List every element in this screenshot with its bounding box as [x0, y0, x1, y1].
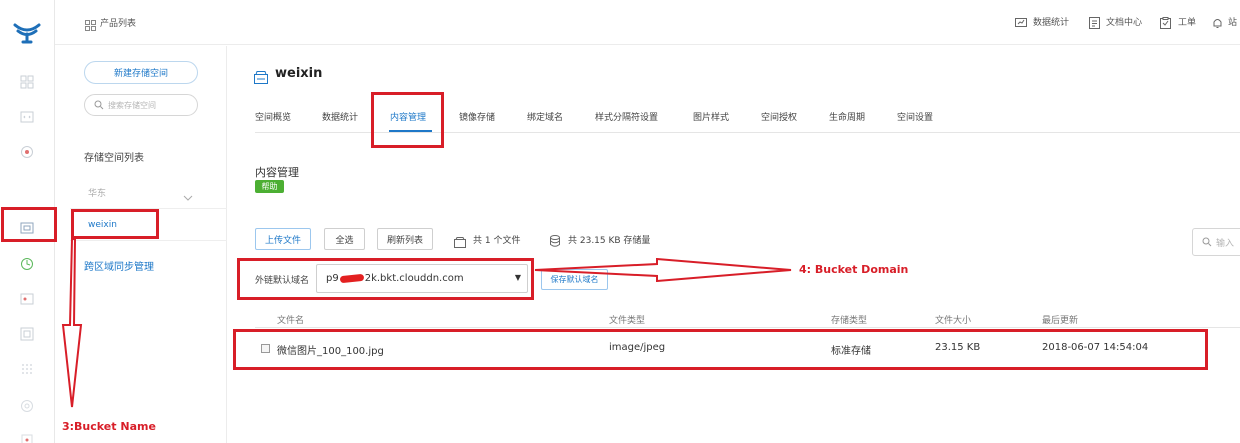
- search-icon: [94, 100, 104, 110]
- annotation-bucket-name: 3:Bucket Name: [62, 420, 156, 433]
- file-type-cell: image/jpeg: [609, 342, 666, 353]
- bucket-title: weixin: [275, 66, 323, 81]
- region-label[interactable]: 华东: [88, 186, 106, 199]
- sidebar-divider: [70, 208, 227, 209]
- chevron-down-icon[interactable]: [183, 187, 193, 206]
- updated-cell: 2018-06-07 14:54:04: [1042, 342, 1149, 353]
- file-count: 共 1 个文件: [473, 236, 521, 246]
- settings-icon[interactable]: [17, 396, 37, 416]
- redaction-scribble: [339, 273, 365, 284]
- storage-type-cell: 标准存储: [831, 346, 871, 357]
- domain-value-suffix: 2k.bkt.clouddn.com: [364, 273, 464, 284]
- misc-icon[interactable]: [17, 430, 37, 443]
- row-checkbox[interactable]: [261, 344, 270, 353]
- bucket-item-weixin[interactable]: weixin: [88, 220, 117, 230]
- left-rail: [0, 0, 55, 443]
- domain-value-prefix: p9: [326, 273, 339, 284]
- bell-icon[interactable]: [1212, 14, 1223, 33]
- cross-region-sync-link[interactable]: 跨区域同步管理: [84, 258, 154, 273]
- site-msg-link[interactable]: 站: [1228, 15, 1237, 28]
- tab-bind-domain[interactable]: 绑定域名: [527, 110, 563, 123]
- search-icon-2: [1202, 237, 1212, 247]
- sidebar-divider-2: [70, 240, 227, 241]
- document-icon: [1089, 14, 1100, 33]
- tab-statistics[interactable]: 数据统计: [322, 110, 358, 123]
- folder-icon: [454, 233, 466, 252]
- help-badge[interactable]: 帮助: [255, 180, 284, 193]
- col-storagetype: 存储类型: [831, 316, 868, 326]
- col-filename: 文件名: [277, 316, 305, 326]
- bucket-search-input[interactable]: 搜索存储空间: [84, 94, 198, 116]
- bucket-icon: [254, 69, 268, 88]
- tab-divider: [255, 132, 1240, 133]
- domain-label: 外链默认域名: [255, 276, 310, 286]
- file-name-cell[interactable]: 微信图片_100_100.jpg: [277, 342, 384, 357]
- data-stats-link[interactable]: 数据统计: [1033, 15, 1069, 28]
- bucket-list-title: 存储空间列表: [84, 153, 144, 164]
- clipboard-icon: [1160, 14, 1171, 33]
- table-header-divider: [255, 327, 1240, 328]
- database-icon: [550, 232, 560, 251]
- file-search-placeholder: 输入: [1216, 238, 1235, 249]
- annotation-bucket-domain: 4: Bucket Domain: [799, 263, 909, 276]
- caret-down-icon: ▼: [514, 273, 521, 282]
- dots-icon[interactable]: [17, 359, 37, 379]
- tab-style-separator[interactable]: 样式分隔符设置: [595, 110, 658, 123]
- file-size-cell: 23.15 KB: [935, 342, 981, 353]
- media-icon[interactable]: [17, 142, 37, 162]
- tab-overview[interactable]: 空间概览: [255, 110, 291, 123]
- storage-amount: 共 23.15 KB 存储量: [568, 236, 651, 246]
- cdn-icon[interactable]: [17, 254, 37, 274]
- doc-center-link[interactable]: 文档中心: [1106, 15, 1142, 28]
- select-all-button[interactable]: 全选: [324, 228, 365, 250]
- upload-button[interactable]: 上传文件: [255, 228, 311, 250]
- grid-icon[interactable]: [17, 72, 37, 92]
- tab-image-style[interactable]: 图片样式: [693, 110, 729, 123]
- arrow-bucket-domain: [533, 257, 793, 283]
- product-list-link[interactable]: 产品列表: [100, 16, 136, 29]
- bucket-search-placeholder: 搜索存储空间: [108, 100, 156, 110]
- arrow-bucket-name: [60, 237, 84, 409]
- refresh-list-button[interactable]: 刷新列表: [377, 228, 433, 250]
- col-filetype: 文件类型: [609, 316, 646, 326]
- logo-icon[interactable]: [13, 22, 41, 44]
- col-updated: 最后更新: [1042, 316, 1079, 326]
- tab-mirror[interactable]: 镜像存储: [459, 110, 495, 123]
- chart-icon: [1015, 14, 1027, 33]
- product-list-icon[interactable]: [85, 16, 96, 31]
- tab-content-manage[interactable]: 内容管理: [390, 110, 426, 123]
- image-icon[interactable]: [17, 289, 37, 309]
- col-filesize: 文件大小: [935, 316, 972, 326]
- ticket-link[interactable]: 工单: [1178, 15, 1196, 28]
- content-title: 内容管理: [255, 166, 299, 179]
- box-icon[interactable]: [17, 324, 37, 344]
- tab-authorize[interactable]: 空间授权: [761, 110, 797, 123]
- file-search-input[interactable]: 输入: [1192, 228, 1240, 256]
- code-icon[interactable]: [17, 107, 37, 127]
- new-bucket-button[interactable]: 新建存储空间: [84, 61, 198, 84]
- tab-lifecycle[interactable]: 生命周期: [829, 110, 865, 123]
- tab-settings[interactable]: 空间设置: [897, 110, 933, 123]
- storage-icon[interactable]: [17, 218, 37, 238]
- domain-select[interactable]: p9 2k.bkt.clouddn.com ▼: [316, 264, 528, 293]
